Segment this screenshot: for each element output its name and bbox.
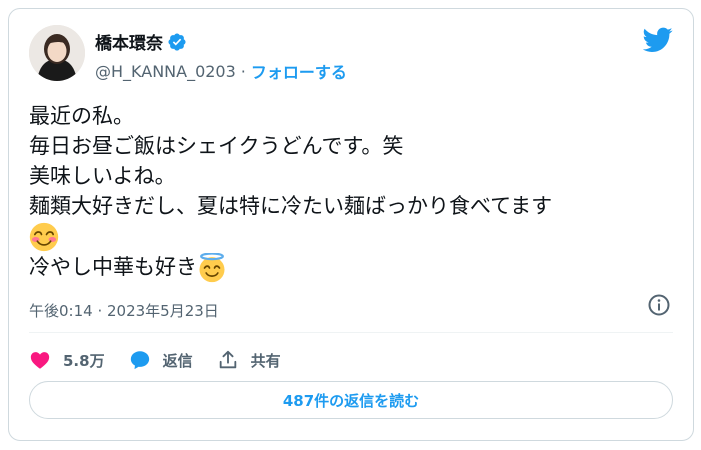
handle-line: @H_KANNA_0203 · フォローする xyxy=(95,59,347,83)
tweet-line: 毎日お昼ご飯はシェイクうどんです。笑 xyxy=(29,134,404,158)
like-button[interactable]: 5.8万 xyxy=(29,349,105,371)
read-replies-button[interactable]: 487件の返信を読む xyxy=(29,381,673,419)
reply-bubble-icon xyxy=(130,351,149,370)
display-name[interactable]: 橋本環奈 xyxy=(95,29,163,54)
reply-button[interactable]: 返信 xyxy=(129,349,193,371)
twitter-bird-icon[interactable] xyxy=(643,27,673,53)
share-button[interactable]: 共有 xyxy=(217,349,281,371)
avatar[interactable] xyxy=(29,25,85,81)
user-name-line: 橋本環奈 xyxy=(95,29,187,54)
action-bar: 5.8万 返信 共有 xyxy=(29,349,305,371)
tweet-line-emoji xyxy=(29,221,679,252)
tweet-timestamp[interactable]: 午後0:14 · 2023年5月23日 xyxy=(29,300,219,321)
tweet-card: 橋本環奈 @H_KANNA_0203 · フォローする 最近の私。 毎日お昼ご飯… xyxy=(8,8,694,441)
tweet-line: 冷やし中華も好き xyxy=(29,255,197,279)
follow-button[interactable]: フォローする xyxy=(251,59,347,83)
smiling-face-with-halo-icon xyxy=(199,253,225,283)
separator-dot: · xyxy=(240,61,246,81)
divider xyxy=(29,332,673,333)
tweet-line: 美味しいよね。 xyxy=(29,164,176,188)
user-handle[interactable]: @H_KANNA_0203 xyxy=(95,62,236,81)
reply-label: 返信 xyxy=(162,351,193,370)
heart-icon xyxy=(30,352,50,369)
tweet-text: 最近の私。 毎日お昼ご飯はシェイクうどんです。笑 美味しいよね。 麺類大好きだし… xyxy=(29,101,679,283)
tweet-line-last: 冷やし中華も好き xyxy=(29,252,679,283)
share-icon xyxy=(219,350,236,369)
like-count: 5.8万 xyxy=(63,351,105,370)
tweet-line: 麺類大好きだし、夏は特に冷たい麺ばっかり食べてます xyxy=(29,194,553,218)
smiling-face-with-smiling-eyes-icon xyxy=(29,222,59,252)
info-icon[interactable] xyxy=(647,293,671,317)
avatar-image xyxy=(29,25,85,81)
verified-badge-icon xyxy=(168,32,186,51)
tweet-line: 最近の私。 xyxy=(29,104,134,128)
share-label: 共有 xyxy=(250,351,281,370)
